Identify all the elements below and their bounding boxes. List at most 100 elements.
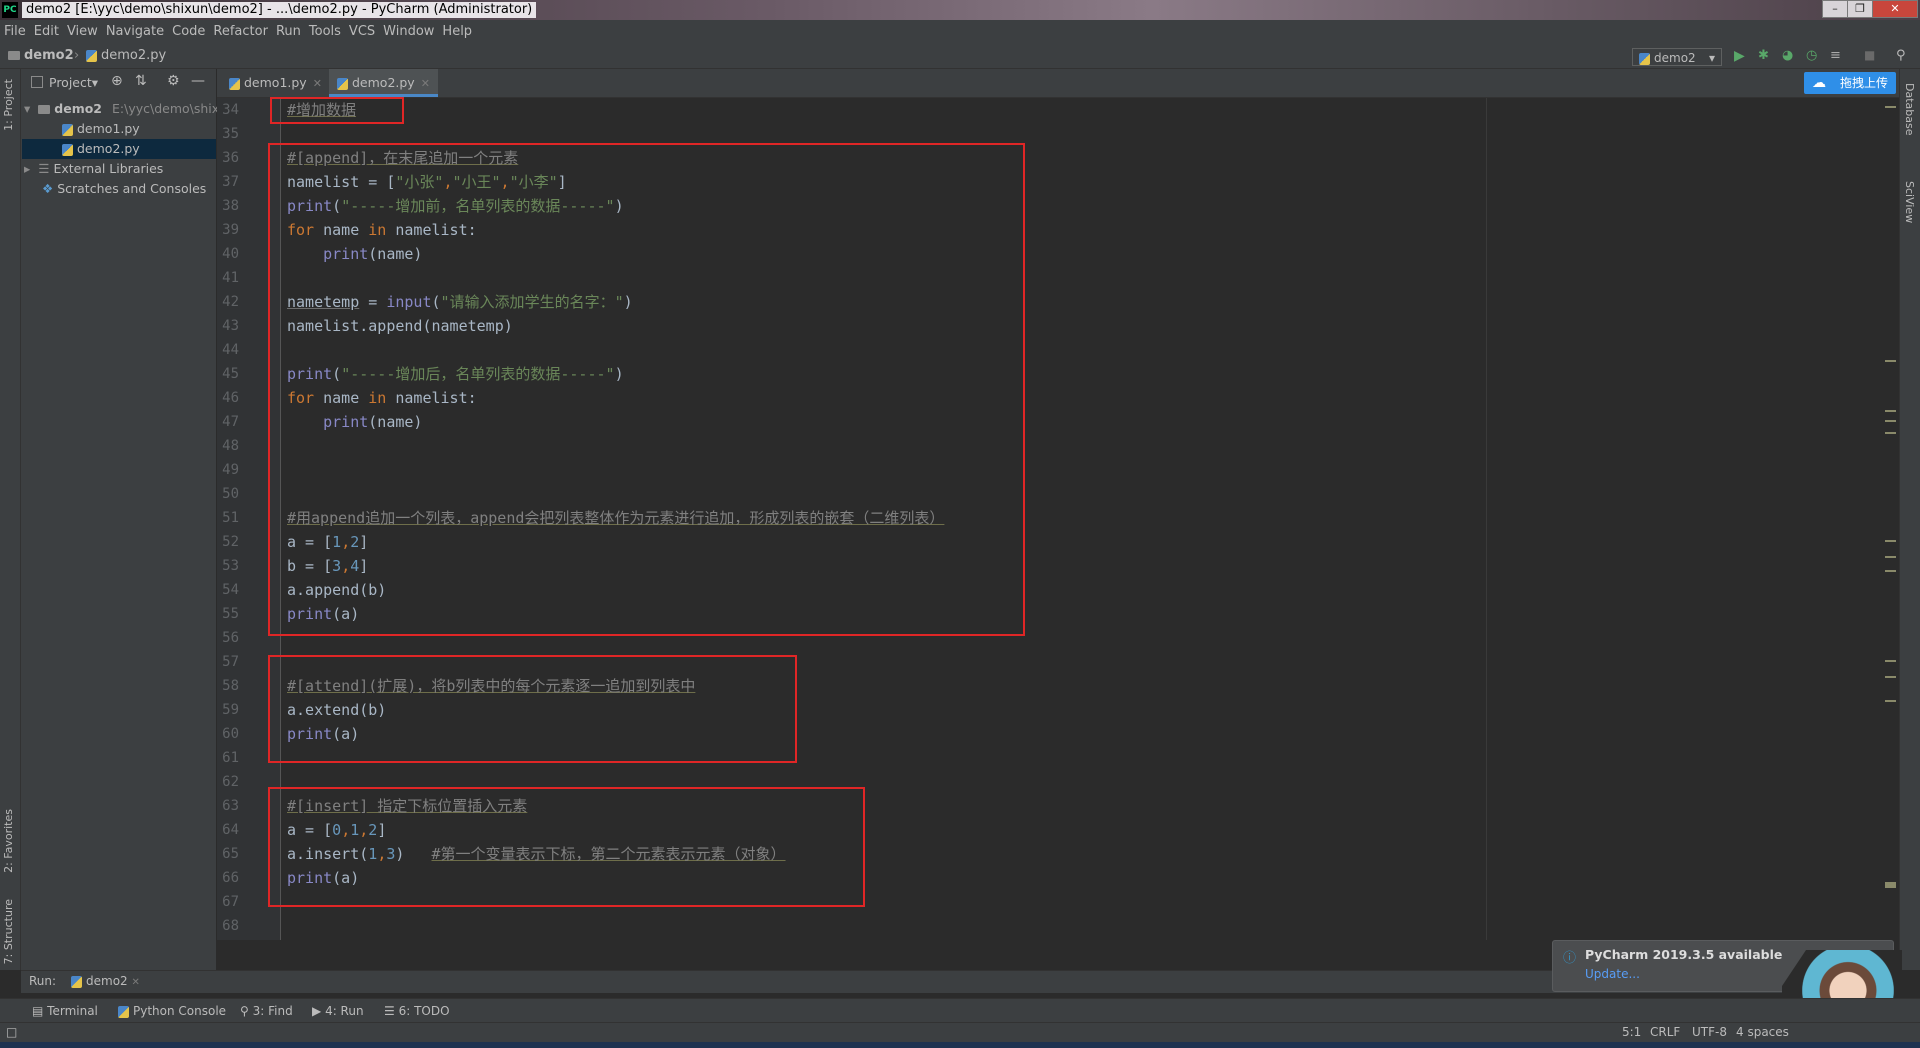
line-number: 45 xyxy=(222,366,239,382)
find-tab[interactable]: ⚲ 3: Find xyxy=(240,999,293,1023)
status-toggle-icon[interactable]: □ xyxy=(6,1025,17,1039)
status-bar: □ 5:1 CRLF UTF-8 4 spaces xyxy=(0,1022,1920,1043)
line-number: 55 xyxy=(222,606,239,622)
menu-navigate[interactable]: Navigate xyxy=(102,20,168,44)
line-number: 53 xyxy=(222,558,239,574)
line-number: 47 xyxy=(222,414,239,430)
tree-item-external-libraries[interactable]: ▸ ☰ External Libraries xyxy=(22,159,216,179)
tree-item-demo1[interactable]: demo1.py xyxy=(22,119,216,139)
menu-code[interactable]: Code xyxy=(168,20,209,44)
menu-run[interactable]: Run xyxy=(272,20,305,44)
line-number: 35 xyxy=(222,126,239,142)
tree-root[interactable]: ▾ demo2 E:\yyc\demo\shixu xyxy=(22,99,227,119)
scroll-mark xyxy=(1885,410,1896,412)
search-icon[interactable]: ⚲ xyxy=(1896,48,1912,64)
python-console-tab[interactable]: Python Console xyxy=(118,999,226,1023)
menu-edit[interactable]: Edit xyxy=(30,20,63,44)
line-number: 49 xyxy=(222,462,239,478)
menu-vcs[interactable]: VCS xyxy=(345,20,379,44)
collapsed-arrow-icon: ▸ xyxy=(24,161,31,176)
hide-panel-icon[interactable]: — xyxy=(191,73,205,89)
line-number: 54 xyxy=(222,582,239,598)
stop-icon[interactable]: ■ xyxy=(1864,48,1880,64)
project-view-selector[interactable]: Project▾ xyxy=(49,75,98,90)
tree-item-demo2[interactable]: demo2.py xyxy=(22,139,216,159)
line-number: 48 xyxy=(222,438,239,454)
line-separator[interactable]: CRLF xyxy=(1650,1025,1680,1039)
python-file-icon xyxy=(86,49,97,62)
favorites-tool-tab[interactable]: 2: Favorites xyxy=(2,809,15,873)
line-number: 41 xyxy=(222,270,239,286)
coverage-icon[interactable]: ◕ xyxy=(1782,48,1798,64)
menu-file[interactable]: File xyxy=(0,20,30,44)
scroll-mark xyxy=(1885,660,1896,662)
terminal-tab[interactable]: ▤ Terminal xyxy=(32,999,98,1023)
bottom-tool-tabs: ▤ Terminal Python Console ⚲ 3: Find ▶ 4:… xyxy=(0,998,1920,1023)
todo-tab[interactable]: ☰ 6: TODO xyxy=(384,999,450,1023)
tab-demo2[interactable]: demo2.py ✕ xyxy=(329,69,438,97)
run-config-select[interactable]: demo2 ▾ xyxy=(1632,48,1722,66)
terminal-icon: ▤ xyxy=(32,1004,44,1018)
line-number: 51 xyxy=(222,510,239,526)
locate-icon[interactable]: ⊕ xyxy=(111,73,123,89)
close-tab-icon[interactable]: ✕ xyxy=(132,977,140,988)
run-tab-demo2[interactable]: demo2 ✕ xyxy=(71,974,140,988)
line-number: 66 xyxy=(222,870,239,886)
search-icon: ⚲ xyxy=(240,1004,249,1018)
sciview-tool-tab[interactable]: SciView xyxy=(1903,181,1916,223)
breadcrumb-file[interactable]: demo2.py xyxy=(86,48,166,63)
menu-refactor[interactable]: Refactor xyxy=(209,20,272,44)
debug-icon[interactable]: ✱ xyxy=(1758,48,1774,64)
file-encoding[interactable]: UTF-8 xyxy=(1692,1025,1727,1039)
close-tab-icon[interactable]: ✕ xyxy=(421,77,430,90)
line-number: 42 xyxy=(222,294,239,310)
breadcrumb-project[interactable]: demo2 xyxy=(8,48,74,63)
python-file-icon xyxy=(62,123,73,136)
project-tool-tab[interactable]: 1: Project xyxy=(2,79,15,131)
close-tab-icon[interactable]: ✕ xyxy=(313,77,322,90)
caret-position[interactable]: 5:1 xyxy=(1622,1025,1641,1039)
scroll-mark xyxy=(1885,360,1896,362)
scroll-mark xyxy=(1885,106,1896,108)
maximize-button[interactable]: ❐ xyxy=(1847,0,1873,18)
scratches-icon: ❖ xyxy=(42,181,54,196)
upload-button[interactable]: ☁ 拖拽上传 xyxy=(1804,72,1896,94)
menu-tools[interactable]: Tools xyxy=(305,20,345,44)
line-number: 62 xyxy=(222,774,239,790)
scroll-mark xyxy=(1885,882,1896,888)
python-icon xyxy=(1639,52,1650,65)
right-tool-strip: Database SciView xyxy=(1899,69,1920,970)
window-title: demo2 [E:\yyc\demo\shixun\demo2] - ...\d… xyxy=(22,2,537,18)
chevron-right-icon: › xyxy=(74,48,80,63)
indent-setting[interactable]: 4 spaces xyxy=(1736,1025,1789,1039)
line-number: 44 xyxy=(222,342,239,358)
close-window-button[interactable]: ✕ xyxy=(1872,0,1918,18)
panel-icon xyxy=(31,76,43,88)
chevron-down-icon: ▾ xyxy=(1708,51,1715,65)
update-link[interactable]: Update... xyxy=(1585,967,1640,981)
database-tool-tab[interactable]: Database xyxy=(1903,83,1916,136)
editor-tabs-bar: demo1.py ✕ demo2.py ✕ xyxy=(217,69,1899,98)
tree-item-scratches[interactable]: ❖ Scratches and Consoles xyxy=(22,179,216,199)
title-bar: PC demo2 [E:\yyc\demo\shixun\demo2] - ..… xyxy=(0,0,1920,20)
minimize-button[interactable]: – xyxy=(1822,0,1848,18)
structure-tool-tab[interactable]: 7: Structure xyxy=(2,899,15,964)
line-number: 40 xyxy=(222,246,239,262)
menu-window[interactable]: Window xyxy=(379,20,438,44)
build-icon[interactable]: ≡ xyxy=(1830,48,1846,64)
highlight-box-title xyxy=(270,97,404,124)
line-number: 38 xyxy=(222,198,239,214)
run-tab[interactable]: ▶ 4: Run xyxy=(312,999,364,1023)
run-icon[interactable]: ▶ xyxy=(1734,48,1750,64)
menu-bar: File Edit View Navigate Code Refactor Run Tools… xyxy=(0,20,1920,44)
gear-icon[interactable]: ⚙ xyxy=(167,73,180,89)
line-number: 36 xyxy=(222,150,239,166)
menu-view[interactable]: View xyxy=(63,20,102,44)
tab-demo1[interactable]: demo1.py ✕ xyxy=(221,69,330,97)
run-label: Run: xyxy=(29,974,57,988)
collapse-all-icon[interactable]: ⇅ xyxy=(135,73,147,89)
python-icon xyxy=(118,1005,129,1018)
menu-help[interactable]: Help xyxy=(438,20,476,44)
os-taskbar xyxy=(0,1042,1920,1048)
profile-icon[interactable]: ◷ xyxy=(1806,48,1822,64)
